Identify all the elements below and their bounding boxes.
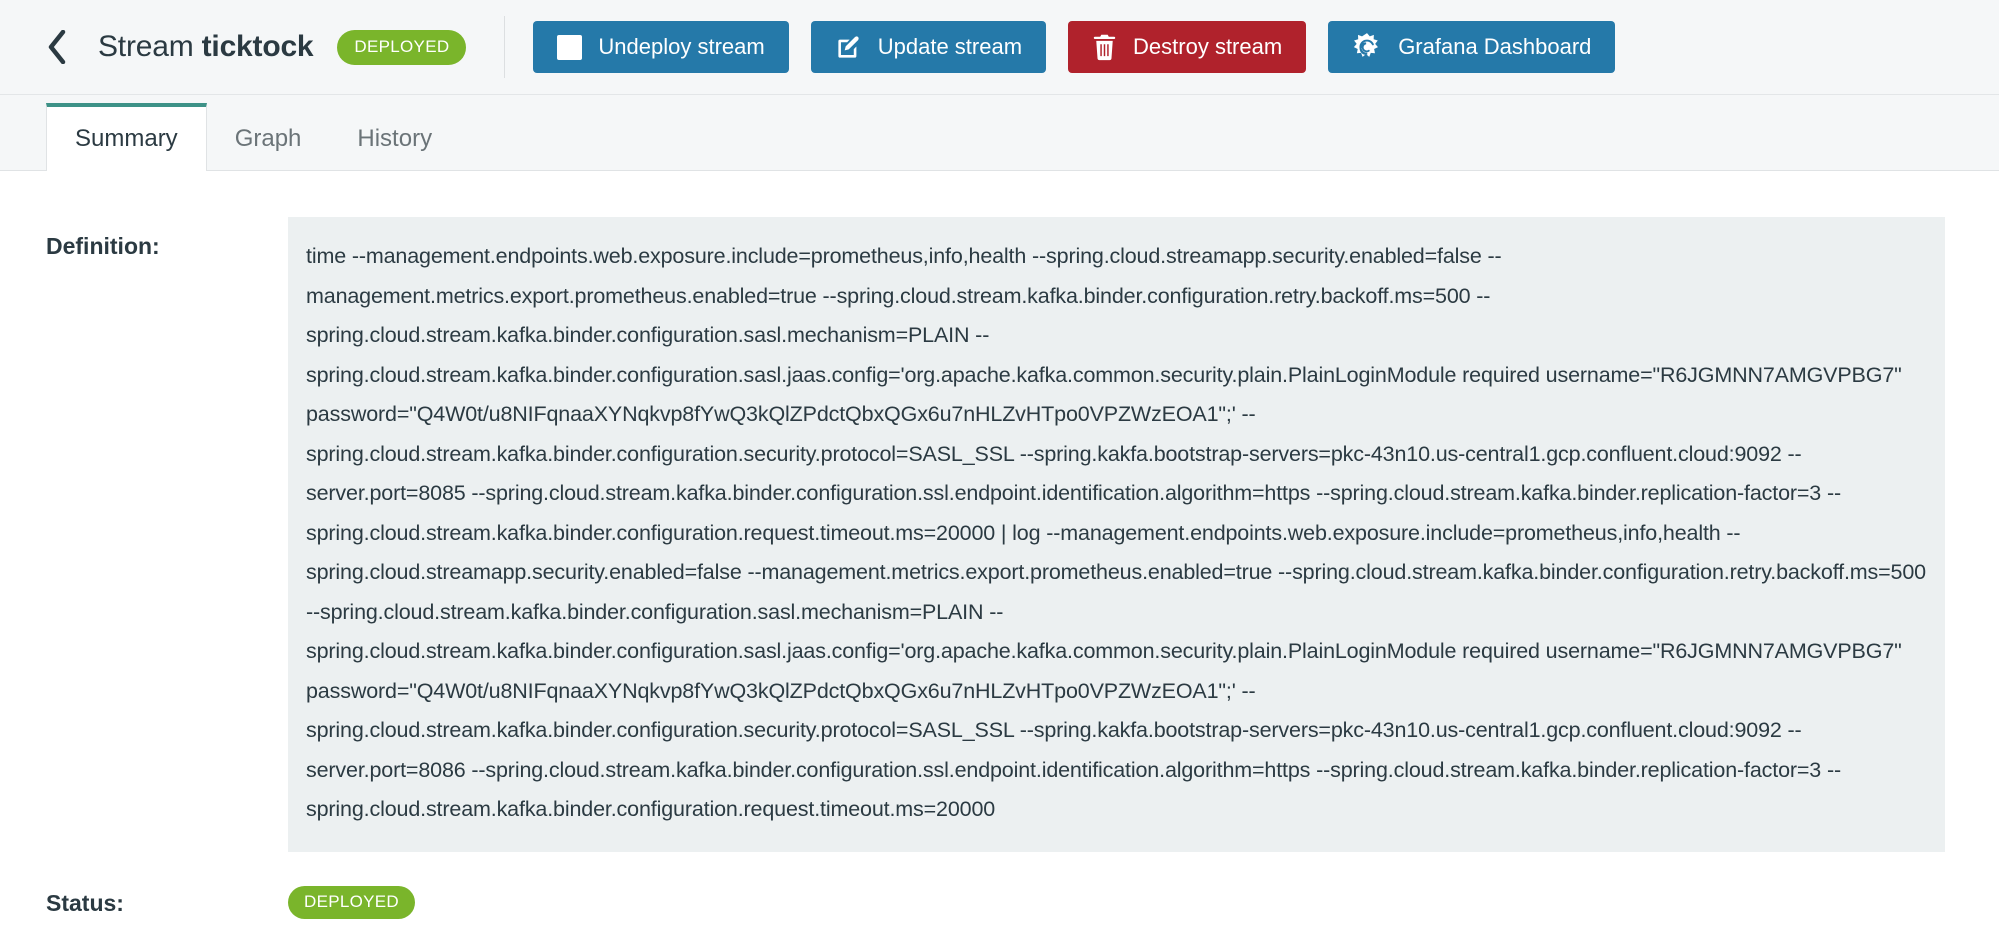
status-value-wrap: DEPLOYED <box>288 866 1945 919</box>
destroy-stream-button[interactable]: Destroy stream <box>1068 21 1307 73</box>
stop-square-icon <box>557 34 583 60</box>
update-stream-label: Update stream <box>877 34 1023 59</box>
tab-history-label: History <box>357 125 433 152</box>
status-badge: DEPLOYED <box>288 885 415 919</box>
grafana-dashboard-button[interactable]: Grafana Dashboard <box>1328 21 1616 73</box>
trash-icon <box>1092 34 1117 61</box>
grafana-icon <box>1352 32 1382 62</box>
status-label: Status: <box>46 889 124 916</box>
page-title: Stream ticktock <box>98 30 314 64</box>
status-row: Status: DEPLOYED <box>46 866 1945 939</box>
grafana-dashboard-label: Grafana Dashboard <box>1398 34 1592 59</box>
tab-history[interactable]: History <box>329 103 460 170</box>
update-stream-button[interactable]: Update stream <box>810 21 1047 73</box>
tab-graph[interactable]: Graph <box>207 103 330 170</box>
undeploy-stream-label: Undeploy stream <box>598 34 765 59</box>
summary-panel: Definition: time --management.endpoints.… <box>0 171 1999 939</box>
definition-value-wrap: time --management.endpoints.web.exposure… <box>288 171 1945 852</box>
destroy-stream-label: Destroy stream <box>1133 34 1283 59</box>
undeploy-stream-button[interactable]: Undeploy stream <box>533 21 789 73</box>
header-status-badge: DEPLOYED <box>337 29 467 65</box>
definition-row: Definition: time --management.endpoints.… <box>46 171 1945 852</box>
page-header: Stream ticktock DEPLOYED Undeploy stream… <box>0 0 1999 95</box>
tab-graph-label: Graph <box>234 125 302 152</box>
stream-definition-text: time --management.endpoints.web.exposure… <box>288 217 1945 852</box>
edit-pencil-icon <box>835 34 862 61</box>
page-title-stream-name: ticktock <box>201 30 314 63</box>
tab-summary[interactable]: Summary <box>46 103 207 171</box>
tab-summary-label: Summary <box>75 125 178 152</box>
chevron-left-icon <box>46 30 68 64</box>
tab-bar: Summary Graph History <box>0 95 1999 171</box>
back-button[interactable] <box>46 30 68 64</box>
page-title-prefix: Stream <box>98 30 202 63</box>
definition-label: Definition: <box>46 233 160 259</box>
header-divider <box>504 16 506 78</box>
